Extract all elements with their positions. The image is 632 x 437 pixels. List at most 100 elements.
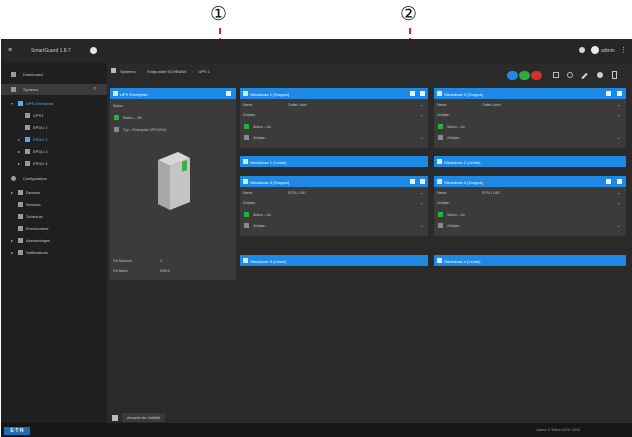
expand-icon[interactable]: ▸ xyxy=(18,149,20,154)
ups-icon xyxy=(25,113,30,118)
pin-icon[interactable] xyxy=(597,72,603,78)
breadcrumb-item[interactable]: UPS 1 xyxy=(198,69,210,74)
chevron-down-icon[interactable]: ⌄ xyxy=(617,135,620,140)
breadcrumb-separator: › xyxy=(140,69,142,74)
theme-icon[interactable] xyxy=(579,47,585,53)
search-icon[interactable]: ⌕ xyxy=(93,86,96,93)
device-menu-icon[interactable] xyxy=(226,91,231,96)
outlet-menu-icon[interactable] xyxy=(420,179,425,184)
outlet-panel-4: Steckdose 4 (Gruppe) Name EPDU 1/B2 ⌄ Ze… xyxy=(434,176,626,236)
config-item-sensors[interactable]: Sensors xyxy=(1,199,107,210)
device-footer-label: Ort Nummer xyxy=(113,259,133,263)
menu-icon[interactable]: ≡ xyxy=(8,47,12,54)
config-item-assemblages[interactable]: ▸ Assemblages xyxy=(1,235,107,246)
outlet-row-status: Status – An xyxy=(447,125,465,129)
edit-icon[interactable] xyxy=(581,72,588,80)
schedule-icon xyxy=(244,223,249,228)
status-bar: E·T·N Lizenz: © Eaton 2023 / 2024 xyxy=(1,423,632,437)
status-pill-red[interactable] xyxy=(531,71,542,80)
tree-item-ups-enterprise[interactable]: ▾ UPS Enterprise xyxy=(1,98,107,109)
tree-item-epdu3[interactable]: ▸ EPDU 3 xyxy=(1,146,107,157)
tree-item-epdu2[interactable]: ▸ EPDU 2 xyxy=(1,134,107,145)
sidebar-item-dashboard[interactable]: Dashboard xyxy=(1,69,107,80)
outlet-info-icon[interactable] xyxy=(410,91,415,96)
outlet-icon xyxy=(437,159,442,164)
tree-item-epdu1[interactable]: EPDU 1 xyxy=(1,122,107,133)
status-pill-green[interactable] xyxy=(519,71,530,80)
outlet-panel-header: Steckdose 4 (Gruppe) xyxy=(434,176,626,187)
outlet-info-icon[interactable] xyxy=(606,179,611,184)
user-avatar-icon[interactable] xyxy=(591,46,599,54)
outlet-row-schedule: Zeitplan xyxy=(437,113,450,117)
outlet-line-bar-3[interactable]: Steckdose 3 (Leiste) xyxy=(240,255,428,266)
outlet-row-schedule-2: Zeitplan xyxy=(253,224,266,228)
expand-icon[interactable]: ▸ xyxy=(11,238,13,243)
chevron-down-icon[interactable]: ⌄ xyxy=(420,112,423,117)
status-on-icon xyxy=(438,124,443,129)
status-pill-blue[interactable] xyxy=(507,71,518,80)
sidebar-item-configuration[interactable]: Configuration xyxy=(1,173,107,184)
chevron-down-icon[interactable]: ⌄ xyxy=(420,135,423,140)
breadcrumb-item[interactable]: Endpunkte SCHRANK xyxy=(147,69,187,74)
chevron-down-icon[interactable]: ⌄ xyxy=(420,102,423,107)
chevron-down-icon[interactable]: ⌄ xyxy=(617,223,620,228)
chevron-down-icon[interactable]: ⌄ xyxy=(420,200,423,205)
fullscreen-icon[interactable] xyxy=(112,415,118,421)
breadcrumb: Systems › Endpunkte SCHRANK › UPS 1 xyxy=(111,68,210,74)
expand-icon[interactable]: ▸ xyxy=(11,250,13,255)
user-name[interactable]: admin xyxy=(601,48,615,54)
notifications-icon xyxy=(18,250,23,255)
chevron-down-icon[interactable]: ⌄ xyxy=(617,190,620,195)
grid-icon[interactable] xyxy=(553,72,559,78)
outlet-panel-header: Steckdose 3 (Gruppe) xyxy=(240,176,428,187)
outlet-icon xyxy=(243,159,248,164)
ups-icon xyxy=(113,91,118,96)
outlet-icon xyxy=(243,179,248,184)
chevron-down-icon[interactable]: ⌄ xyxy=(617,102,620,107)
outlet-info-icon[interactable] xyxy=(606,91,611,96)
assemblages-icon xyxy=(18,238,23,243)
outlet-menu-icon[interactable] xyxy=(617,91,622,96)
devices-icon xyxy=(18,190,23,195)
refresh-icon[interactable] xyxy=(567,72,573,78)
ups-device-image xyxy=(158,152,190,210)
device-icon[interactable] xyxy=(612,71,617,79)
chevron-down-icon[interactable]: ⌄ xyxy=(420,223,423,228)
device-footer-value: EMEA xyxy=(160,269,170,273)
app-window: ≡ SmartGuard 1.8.7 admin ⋮ Dashboard Sys… xyxy=(1,39,632,437)
config-item-devices[interactable]: ▸ Devices xyxy=(1,187,107,198)
chevron-down-icon[interactable]: ⌄ xyxy=(617,112,620,117)
outlet-row-name-label: Name xyxy=(243,191,253,195)
expand-icon[interactable]: ▸ xyxy=(18,137,20,142)
config-item-environment[interactable]: Environment xyxy=(1,223,107,234)
expand-icon[interactable]: ▾ xyxy=(11,101,13,106)
sidebar-item-systems[interactable]: Systems ⌕ xyxy=(1,84,107,95)
schedule-icon xyxy=(244,135,249,140)
breadcrumb-item[interactable]: Systems xyxy=(120,69,135,74)
chevron-down-icon[interactable]: ⌄ xyxy=(617,200,620,205)
fullscreen-button[interactable]: Ansicht als Vollbild xyxy=(122,413,166,422)
chevron-down-icon[interactable]: ⌄ xyxy=(420,190,423,195)
main-content: Systems › Endpunkte SCHRANK › UPS 1 UPS … xyxy=(107,63,632,423)
outlet-menu-icon[interactable] xyxy=(617,179,622,184)
outlet-line-bar-2[interactable]: Steckdose 2 (Leiste) xyxy=(434,156,626,167)
config-item-schedule[interactable]: Schedule xyxy=(1,211,107,222)
outlet-row-schedule-2: Zeitplan xyxy=(447,136,460,140)
outlet-line-bar-4[interactable]: Steckdose 4 (Leiste) xyxy=(434,255,626,266)
outlet-line-bar-1[interactable]: Steckdose 1 (Leiste) xyxy=(240,156,428,167)
config-item-notifications[interactable]: ▸ Notifications xyxy=(1,247,107,258)
expand-icon[interactable]: ▸ xyxy=(11,190,13,195)
outlet-row-name-label: Name xyxy=(437,103,447,107)
epdu-icon xyxy=(25,161,30,166)
tree-item-epdu4[interactable]: ▸ EPDU 4 xyxy=(1,158,107,169)
environment-icon xyxy=(18,226,23,231)
more-icon[interactable]: ⋮ xyxy=(620,46,627,54)
status-dot-icon[interactable] xyxy=(90,47,97,54)
tree-item-ups1[interactable]: UPS1 xyxy=(1,110,107,121)
expand-icon[interactable]: ▸ xyxy=(18,161,20,166)
outlet-name-value: EPDU 1/B2 xyxy=(482,191,500,195)
outlet-info-icon[interactable] xyxy=(410,179,415,184)
systems-icon xyxy=(111,68,116,73)
outlet-menu-icon[interactable] xyxy=(420,91,425,96)
license-text: Lizenz: © Eaton 2023 / 2024 xyxy=(536,428,581,432)
